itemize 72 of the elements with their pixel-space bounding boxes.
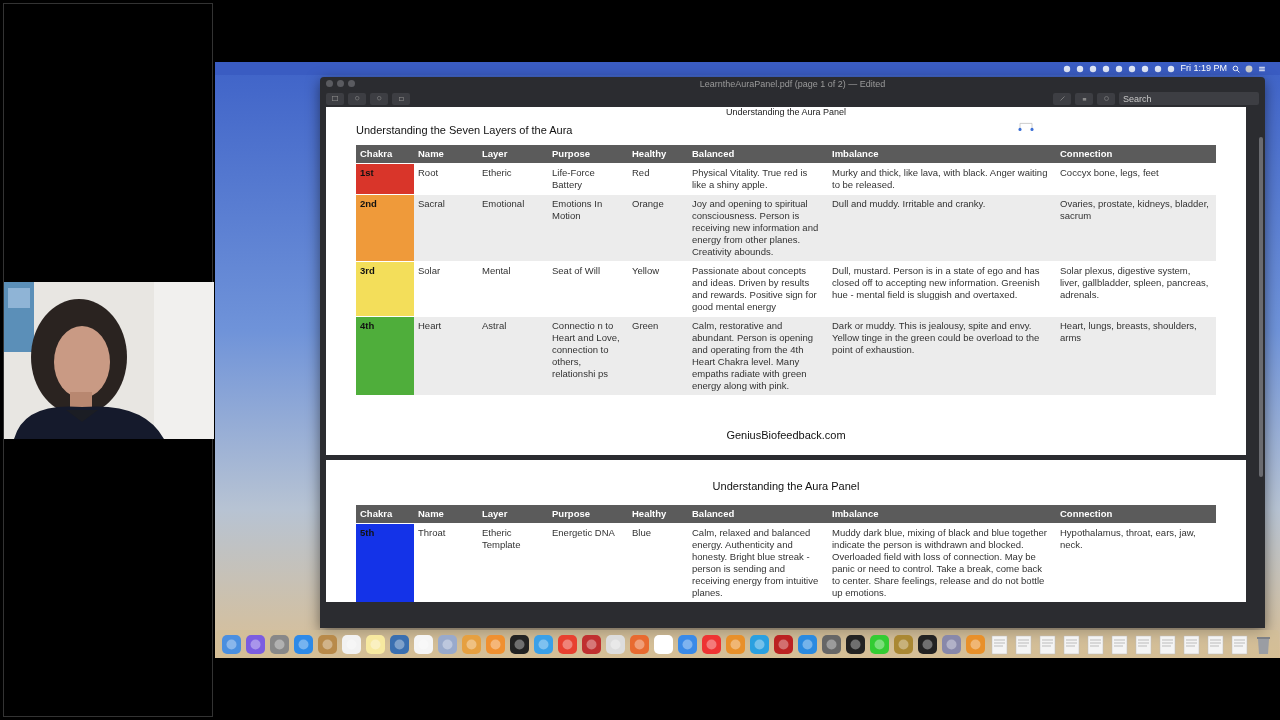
- column-header: Chakra: [356, 505, 414, 523]
- table-cell: Sacral: [414, 194, 478, 261]
- column-header: Connection: [1056, 505, 1216, 523]
- document-icon[interactable]: [989, 633, 1010, 655]
- column-header: Healthy: [628, 145, 688, 163]
- document-icon[interactable]: [1181, 633, 1202, 655]
- table-cell: Dull and muddy. Irritable and cranky.: [828, 194, 1056, 261]
- document-icon[interactable]: [1133, 633, 1154, 655]
- table-cell: Calm, restorative and abundant. Person is opening and operating from the 4th Heart Chakra level. Many empaths radiate with green energy along with pink.: [688, 316, 828, 395]
- table-cell: Emotional: [478, 194, 548, 261]
- table-title: Understanding the Seven Layers of the Aura: [356, 124, 573, 137]
- table-cell: Ovaries, prostate, kidneys, bladder, sacrum: [1056, 194, 1216, 261]
- table-cell: Dark or muddy. This is jealousy, spite and envy. Yellow tinge in the green could be overload to the point of exhaustion.: [828, 316, 1056, 395]
- page-title: Understanding the Aura Panel: [711, 479, 861, 493]
- document-icon[interactable]: [1205, 633, 1226, 655]
- menu-bar-clock[interactable]: Fri 1:19 PM: [1180, 63, 1227, 74]
- chakra-color-cell: 1st: [356, 163, 414, 194]
- column-header: Chakra: [356, 145, 414, 163]
- app-icon[interactable]: [917, 633, 938, 655]
- column-header: Healthy: [628, 505, 688, 523]
- circle-icon: [1103, 96, 1109, 101]
- menu-icon[interactable]: [1258, 64, 1266, 73]
- document-icon[interactable]: [1013, 633, 1034, 655]
- document-icon[interactable]: [1037, 633, 1058, 655]
- zoom-out-button[interactable]: [348, 92, 366, 105]
- table-cell: Joy and opening to spiritual consciousness. Person is receiving new information and energy from other planes. Creativity abounds.: [688, 194, 828, 261]
- table-cell: Heart, lungs, breasts, shoulders, arms: [1056, 316, 1216, 395]
- search-icon[interactable]: [1232, 64, 1240, 73]
- zoom-button[interactable]: [348, 80, 355, 87]
- close-button[interactable]: [326, 80, 333, 87]
- table-cell: Astral: [478, 316, 548, 395]
- column-header: Connection: [1056, 145, 1216, 163]
- column-header: Balanced: [688, 505, 828, 523]
- column-header: Purpose: [548, 505, 628, 523]
- document-icon[interactable]: [1109, 633, 1130, 655]
- column-header: Name: [414, 145, 478, 163]
- zoom-in-button[interactable]: [370, 92, 388, 105]
- column-header: Purpose: [548, 145, 628, 163]
- table-cell: Orange: [628, 194, 688, 261]
- column-header: Balanced: [688, 145, 828, 163]
- table-cell: Emotions In Motion: [548, 194, 628, 261]
- minimize-button[interactable]: [337, 80, 344, 87]
- scrollbar-thumb[interactable]: [1259, 137, 1263, 477]
- column-header: Imbalance: [828, 505, 1056, 523]
- annotate-button[interactable]: [1097, 92, 1115, 105]
- lock-button[interactable]: [1075, 92, 1093, 105]
- document-icon[interactable]: [1157, 633, 1178, 655]
- column-header: Name: [414, 505, 478, 523]
- document-icon[interactable]: [1085, 633, 1106, 655]
- column-header: Imbalance: [828, 145, 1056, 163]
- column-header: Layer: [478, 145, 548, 163]
- table-cell: Heart: [414, 316, 478, 395]
- selection-handle-icon[interactable]: [1016, 121, 1036, 133]
- search-field[interactable]: Search: [1119, 92, 1259, 105]
- pen-icon: [1059, 96, 1065, 101]
- window-title: LearntheAuraPanel.pdf (page 1 of 2) — Edited: [699, 77, 886, 90]
- app-icon[interactable]: [845, 633, 866, 655]
- table-cell: Green: [628, 316, 688, 395]
- page-footer: GeniusBiofeedback.com: [326, 395, 1246, 455]
- column-header: Layer: [478, 505, 548, 523]
- document-icon[interactable]: [1061, 633, 1082, 655]
- sidebar-button[interactable]: [326, 92, 344, 105]
- chakra-color-cell: 2nd: [356, 194, 414, 261]
- share-button[interactable]: [392, 92, 410, 105]
- chakra-color-cell: 4th: [356, 316, 414, 395]
- chakra-color-cell: 5th: [356, 523, 414, 602]
- app-icon[interactable]: [509, 633, 530, 655]
- document-icon[interactable]: [1229, 633, 1250, 655]
- sidebar-icon: [332, 96, 338, 101]
- page-header: Understanding the Aura Panel: [724, 107, 848, 118]
- chakra-color-cell: 3rd: [356, 261, 414, 316]
- table-cell: Connectio n to Heart and Love, connection to others, relationshi ps: [548, 316, 628, 395]
